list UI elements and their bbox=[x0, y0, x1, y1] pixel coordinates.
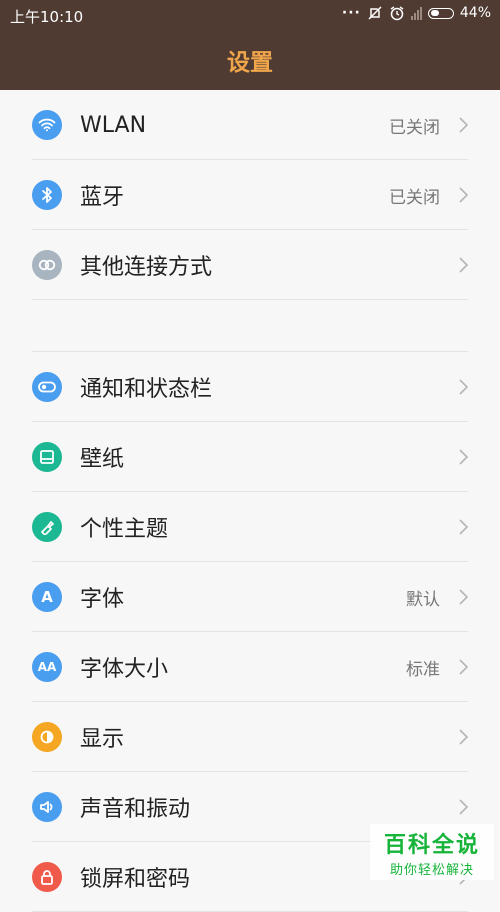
chevron-right-icon bbox=[456, 255, 470, 275]
link-icon bbox=[32, 250, 62, 280]
settings-item-label: 壁纸 bbox=[80, 447, 125, 472]
settings-item-label: 蓝牙 bbox=[80, 185, 125, 210]
chevron-right-icon bbox=[456, 727, 470, 747]
speaker-icon bbox=[32, 792, 62, 822]
settings-item-label: 字体大小 bbox=[80, 657, 169, 682]
chevron-right-icon bbox=[456, 377, 470, 397]
settings-item[interactable]: WLAN 已关闭 bbox=[0, 90, 500, 160]
settings-item-label: 字体 bbox=[80, 587, 125, 612]
chevron-right-icon bbox=[456, 517, 470, 537]
chevron-right-icon bbox=[456, 587, 470, 607]
settings-item[interactable]: AA 字体大小 标准 bbox=[0, 632, 500, 702]
chevron-right-icon bbox=[456, 447, 470, 467]
title-bar: 设置 bbox=[0, 30, 500, 90]
settings-item-label: 锁屏和密码 bbox=[80, 867, 191, 892]
toggle-icon bbox=[32, 372, 62, 402]
display-icon bbox=[32, 722, 62, 752]
chevron-right-icon bbox=[456, 115, 470, 135]
battery-icon bbox=[427, 7, 454, 19]
lock-icon bbox=[32, 862, 62, 892]
page-title: 设置 bbox=[227, 50, 273, 76]
wallpaper-icon bbox=[32, 442, 62, 472]
settings-item-label: 显示 bbox=[80, 727, 125, 752]
settings-item-label: WLAN bbox=[80, 112, 147, 138]
more-dots-icon: ··· bbox=[341, 5, 361, 21]
settings-item-label: 声音和振动 bbox=[80, 797, 191, 822]
font-size-icon: AA bbox=[32, 652, 62, 682]
bluetooth-icon bbox=[32, 180, 62, 210]
chevron-right-icon bbox=[456, 657, 470, 677]
section-gap bbox=[0, 300, 500, 352]
watermark-logo: 百科全说 助你轻松解决 bbox=[370, 824, 494, 880]
signal-icon bbox=[410, 6, 422, 20]
settings-item-label: 通知和状态栏 bbox=[80, 377, 213, 402]
settings-item[interactable]: 显示 bbox=[0, 702, 500, 772]
vibrate-off-icon bbox=[368, 6, 382, 20]
status-icons: ··· 44% bbox=[342, 5, 491, 21]
settings-list: WLAN 已关闭 蓝牙 已关闭 其他连接方式 通知和状态栏 壁纸 个性主题 A 字体 默认 AA 字体… bbox=[0, 90, 500, 912]
status-time: 上午10:10 bbox=[10, 8, 84, 26]
settings-item[interactable]: A 字体 默认 bbox=[0, 562, 500, 632]
font-icon: A bbox=[32, 582, 62, 612]
settings-item[interactable]: 蓝牙 已关闭 bbox=[0, 160, 500, 230]
status-bar: 上午10:10 ··· 44% bbox=[0, 0, 500, 30]
battery-level: 44% bbox=[459, 5, 491, 21]
settings-item[interactable]: 个性主题 bbox=[0, 492, 500, 562]
chevron-right-icon bbox=[456, 185, 470, 205]
watermark-title: 百科全说 bbox=[383, 832, 480, 858]
theme-brush-icon bbox=[32, 512, 62, 542]
settings-item[interactable]: 壁纸 bbox=[0, 422, 500, 492]
settings-item-value: 已关闭 bbox=[389, 117, 440, 138]
settings-item-value: 默认 bbox=[406, 589, 440, 610]
alarm-icon bbox=[390, 6, 404, 21]
settings-item-label: 其他连接方式 bbox=[80, 255, 213, 280]
settings-item-value: 已关闭 bbox=[389, 187, 440, 208]
wifi-icon bbox=[32, 110, 62, 140]
chevron-right-icon bbox=[456, 797, 470, 817]
settings-item-label: 个性主题 bbox=[80, 517, 169, 542]
settings-item-value: 标准 bbox=[406, 659, 440, 680]
settings-item[interactable]: 其他连接方式 bbox=[0, 230, 500, 300]
watermark-subtitle: 助你轻松解决 bbox=[389, 862, 474, 878]
settings-item[interactable]: 通知和状态栏 bbox=[0, 352, 500, 422]
